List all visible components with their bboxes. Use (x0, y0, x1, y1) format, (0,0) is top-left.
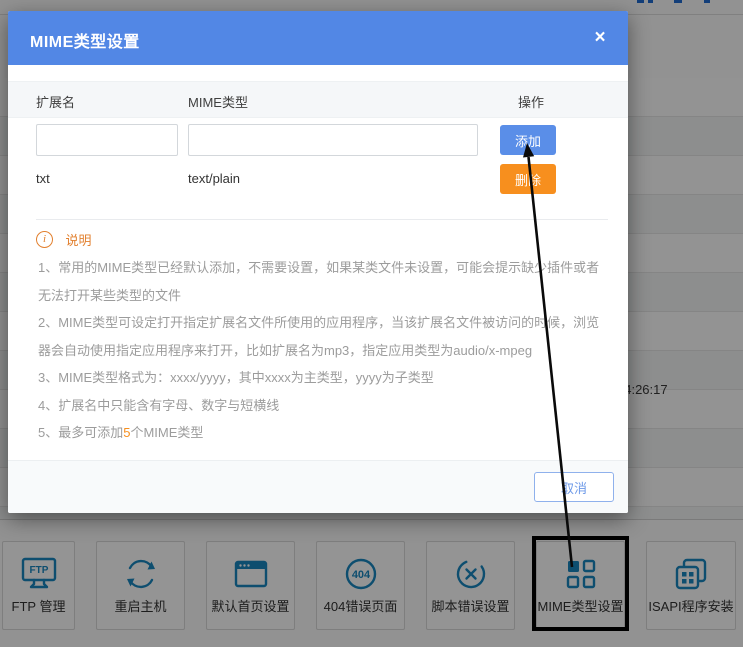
column-header-mime-type: MIME类型 (188, 92, 248, 111)
dialog-title: MIME类型设置 (30, 28, 140, 52)
row-mime-value: text/plain (188, 171, 240, 186)
add-button[interactable]: 添加 (500, 125, 556, 155)
note-item: 1、常用的MIME类型已经默认添加，不需要设置，如果某类文件未设置，可能会提示缺… (38, 254, 600, 309)
mime-add-row: 添加 (8, 124, 628, 160)
note-list: 1、常用的MIME类型已经默认添加，不需要设置，如果某类文件未设置，可能会提示缺… (38, 254, 600, 447)
mime-table-row: txt text/plain 删除 (8, 163, 628, 197)
note-title: 说明 (65, 230, 91, 249)
dialog-footer: 取消 (8, 460, 628, 513)
delete-button[interactable]: 删除 (500, 164, 556, 194)
column-header-action: 操作 (518, 92, 544, 111)
info-icon: i (36, 231, 53, 248)
mime-table-header: 扩展名 MIME类型 操作 (8, 81, 628, 118)
dialog-header: MIME类型设置 × (8, 11, 628, 65)
cancel-button[interactable]: 取消 (534, 472, 614, 502)
note-item: 4、扩展名中只能含有字母、数字与短横线 (38, 392, 600, 420)
column-header-extension: 扩展名 (36, 92, 75, 111)
mime-settings-dialog: MIME类型设置 × 扩展名 MIME类型 操作 添加 txt text/pla… (8, 11, 628, 513)
mime-type-input[interactable] (188, 124, 478, 156)
row-extension-value: txt (36, 171, 50, 186)
note-item: 5、最多可添加5个MIME类型 (38, 419, 600, 447)
extension-input[interactable] (36, 124, 178, 156)
close-icon[interactable]: × (585, 23, 615, 53)
note-item: 2、MIME类型可设定打开指定扩展名文件所使用的应用程序，当该扩展名文件被访问的… (38, 309, 600, 364)
note-item: 3、MIME类型格式为：xxxx/yyyy，其中xxxx为主类型，yyyy为子类… (38, 364, 600, 392)
section-divider (36, 219, 608, 220)
note-header: i 说明 (36, 230, 91, 250)
